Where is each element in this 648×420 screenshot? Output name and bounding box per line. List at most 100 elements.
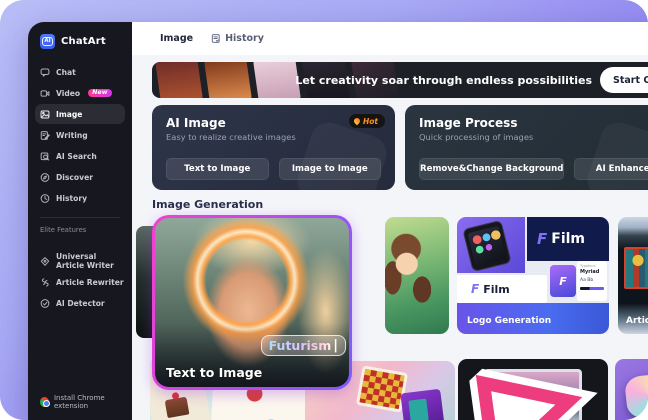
tab-image[interactable]: Image bbox=[160, 33, 193, 44]
brand-initial: F bbox=[471, 282, 479, 296]
pillow-illustration bbox=[624, 373, 648, 420]
app-logo[interactable]: AI ChatArt bbox=[28, 22, 132, 49]
image-icon bbox=[40, 109, 50, 120]
sidebar-item-video[interactable]: Video New bbox=[35, 83, 125, 103]
sidebar-item-article-rewriter[interactable]: Article Rewriter bbox=[35, 272, 125, 292]
sidebar-nav: Chat Video New Image Writing AI Se bbox=[28, 62, 132, 208]
type-color-bar bbox=[580, 287, 604, 290]
start-creating-button[interactable]: Start Cre bbox=[600, 67, 648, 93]
sidebar-item-label: Writing bbox=[56, 131, 88, 140]
cake-illustration bbox=[165, 397, 190, 419]
sidebar: AI ChatArt Chat Video New Image bbox=[28, 22, 132, 420]
image-process-card: Image Process Quick processing of images… bbox=[405, 105, 648, 190]
tab-label: History bbox=[225, 33, 264, 44]
image-process-subtitle: Quick processing of images bbox=[419, 132, 533, 142]
type-family: Myriad bbox=[580, 269, 604, 275]
sidebar-item-label: AI Search bbox=[56, 152, 97, 161]
install-extension-label: Install Chrome extension bbox=[54, 394, 132, 410]
image-generation-heading: Image Generation bbox=[152, 198, 263, 211]
check-circle-icon bbox=[40, 298, 50, 309]
text-cursor: | bbox=[333, 338, 338, 353]
chrome-icon bbox=[40, 397, 49, 407]
logo-generation-card[interactable]: F Film F Film F Typeface Myriad Aa Bb L bbox=[457, 217, 609, 334]
tab-history[interactable]: History bbox=[211, 33, 264, 44]
brand-dark-panel: F Film bbox=[527, 217, 609, 261]
app-title: ChatArt bbox=[61, 36, 106, 47]
topbar: Image History bbox=[132, 22, 648, 55]
tab-label: Image bbox=[160, 33, 193, 44]
article-illustration-card[interactable]: Article bbox=[618, 217, 648, 334]
article-card-label: Article bbox=[626, 316, 648, 326]
sidebar-item-image[interactable]: Image bbox=[35, 104, 125, 124]
logo-monogram: AI bbox=[42, 37, 53, 46]
video-icon bbox=[40, 88, 50, 99]
sidebar-item-ai-detector[interactable]: AI Detector bbox=[35, 293, 125, 313]
ai-image-subtitle: Easy to realize creative images bbox=[166, 132, 296, 142]
portrait-artwork bbox=[155, 218, 349, 387]
sidebar-item-label: Discover bbox=[56, 173, 93, 182]
sidebar-item-label: Universal Article Writer bbox=[56, 252, 125, 270]
ai-search-icon bbox=[40, 151, 50, 162]
sidebar-item-label: AI Detector bbox=[56, 299, 105, 308]
sidebar-item-chat[interactable]: Chat bbox=[35, 62, 125, 82]
history-doc-icon bbox=[211, 33, 221, 44]
banner-headline: Let creativity soar through endless poss… bbox=[295, 62, 592, 98]
sidebar-item-label: Chat bbox=[56, 68, 76, 77]
remove-change-background-button[interactable]: Remove&Change Background bbox=[419, 158, 564, 180]
ai-image-buttons: Text to Image Image to Image bbox=[166, 158, 381, 180]
phone-mockup-panel bbox=[457, 217, 525, 273]
image-process-buttons: Remove&Change Background AI Enhance bbox=[419, 158, 648, 180]
sidebar-item-discover[interactable]: Discover bbox=[35, 167, 125, 187]
type-kicker: Typeface bbox=[580, 264, 604, 268]
sidebar-item-ai-search[interactable]: AI Search bbox=[35, 146, 125, 166]
article-phone-screen bbox=[624, 247, 648, 289]
ai-image-card: AI Image Easy to realize creative images… bbox=[152, 105, 395, 190]
anime-style-card[interactable] bbox=[385, 217, 449, 334]
elite-features-label: Elite Features bbox=[40, 226, 132, 234]
rewrite-icon bbox=[40, 277, 50, 288]
text-to-image-button[interactable]: Text to Image bbox=[166, 158, 269, 180]
ai-image-title: AI Image bbox=[166, 116, 226, 130]
marketing-canvas: AI ChatArt Chat Video New Image bbox=[0, 0, 648, 420]
new-badge: New bbox=[88, 89, 111, 98]
type-sample: Aa Bb bbox=[580, 278, 604, 283]
style-tag[interactable]: Futurism | bbox=[261, 335, 346, 356]
sidebar-item-label: Article Rewriter bbox=[56, 278, 124, 287]
install-chrome-extension[interactable]: Install Chrome extension bbox=[28, 394, 132, 420]
hot-badge: Hot bbox=[349, 114, 385, 128]
history-icon bbox=[40, 193, 50, 204]
brand-name: Film bbox=[551, 231, 585, 247]
style-tag-label: Futurism bbox=[269, 338, 332, 353]
hot-badge-label: Hot bbox=[363, 117, 378, 126]
chatart-logo-icon: AI bbox=[40, 34, 55, 49]
flame-icon bbox=[353, 117, 361, 125]
image-to-image-button[interactable]: Image to Image bbox=[279, 158, 382, 180]
phone-mockup bbox=[462, 220, 511, 272]
writing-icon bbox=[40, 130, 50, 141]
sidebar-item-label: Image bbox=[56, 110, 82, 119]
featured-card-label: Text to Image bbox=[166, 365, 262, 380]
pen-nib-icon bbox=[40, 256, 50, 267]
promo-banner[interactable]: Let creativity soar through endless poss… bbox=[152, 62, 648, 98]
sidebar-item-universal-article-writer[interactable]: Universal Article Writer bbox=[35, 251, 125, 271]
brand-name: Film bbox=[483, 283, 510, 296]
brand-light-panel: F Film bbox=[457, 275, 547, 303]
checker-tile bbox=[356, 365, 408, 412]
discover-icon bbox=[40, 172, 50, 183]
sidebar-item-label: History bbox=[56, 194, 87, 203]
sidebar-item-history[interactable]: History bbox=[35, 188, 125, 208]
chatart-app-window: AI ChatArt Chat Video New Image bbox=[28, 22, 648, 420]
sidebar-item-writing[interactable]: Writing bbox=[35, 125, 125, 145]
sidebar-elite-nav: Universal Article Writer Article Rewrite… bbox=[28, 251, 132, 313]
typography-specimen-card: Typeface Myriad Aa Bb bbox=[577, 261, 607, 301]
image-process-title: Image Process bbox=[419, 116, 517, 130]
main-content: Let creativity soar through endless poss… bbox=[132, 55, 648, 420]
sidebar-divider bbox=[40, 217, 120, 218]
text-to-image-featured-card[interactable]: Futurism | Text to Image bbox=[152, 215, 352, 390]
brand-initial: F bbox=[559, 275, 567, 288]
chat-icon bbox=[40, 67, 50, 78]
sidebar-item-label: Video bbox=[56, 89, 80, 98]
ai-enhance-button[interactable]: AI Enhance bbox=[574, 158, 648, 180]
brand-app-tile: F bbox=[550, 265, 576, 297]
brand-initial: F bbox=[537, 230, 547, 248]
